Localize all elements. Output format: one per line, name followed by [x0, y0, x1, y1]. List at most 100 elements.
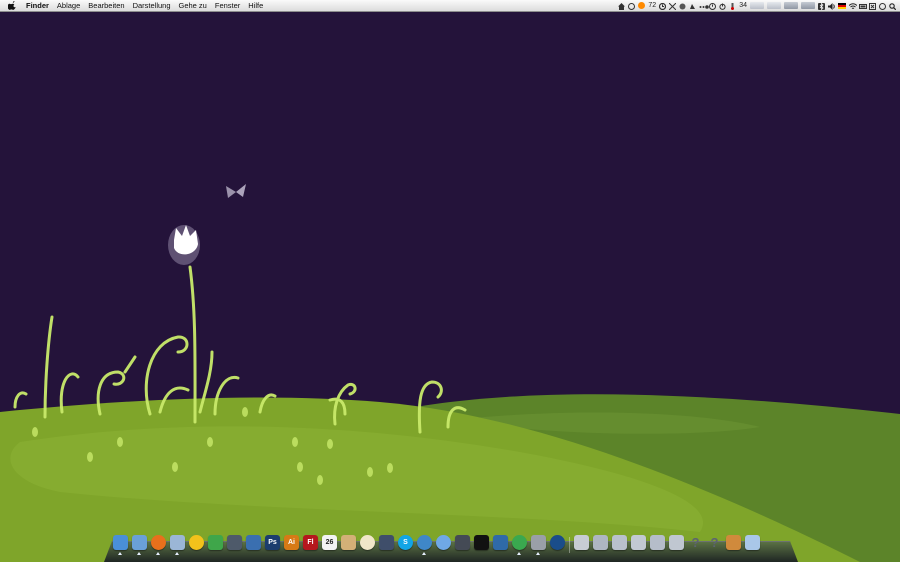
network-globe-icon[interactable]: [417, 535, 432, 550]
system-prefs-icon[interactable]: [531, 535, 546, 550]
flash-icon[interactable]: Fl: [303, 535, 318, 550]
finder-icon[interactable]: [113, 535, 128, 550]
applications-folder-icon[interactable]: [593, 535, 608, 550]
pictures-folder-icon[interactable]: [669, 535, 684, 550]
question-mark-icon[interactable]: ?: [707, 535, 722, 550]
menu-ablage[interactable]: Ablage: [53, 0, 84, 11]
dock-item-pen-tool[interactable]: [226, 533, 243, 555]
input-source-flag-icon[interactable]: [838, 2, 846, 9]
network-meter[interactable]: [784, 2, 798, 9]
dock-item-adium-text[interactable]: [378, 533, 395, 555]
dock-item-safari[interactable]: [435, 533, 452, 555]
rss-icon[interactable]: [638, 2, 646, 9]
dock-item-mail[interactable]: [169, 533, 186, 555]
lock-status-icon[interactable]: [628, 2, 636, 10]
adium-duck-icon[interactable]: [189, 535, 204, 550]
photoshop-icon[interactable]: Ps: [265, 535, 280, 550]
dock-item-home-folder[interactable]: [630, 533, 647, 555]
dock-item-firefox[interactable]: [150, 533, 167, 555]
menu-bearbeiten[interactable]: Bearbeiten: [84, 0, 128, 11]
photo-booth-icon[interactable]: [455, 535, 470, 550]
documents-stack-icon[interactable]: [574, 535, 589, 550]
dock-item-movies-folder[interactable]: [649, 533, 666, 555]
apple-menu-icon[interactable]: [8, 1, 17, 10]
menu-fenster[interactable]: Fenster: [211, 0, 244, 11]
dock-item-clock[interactable]: [359, 533, 376, 555]
power-icon[interactable]: [719, 2, 726, 10]
pen-tool-icon[interactable]: [227, 535, 242, 550]
rss-count[interactable]: 72: [648, 0, 656, 11]
mail-icon[interactable]: [170, 535, 185, 550]
firefox-icon[interactable]: [151, 535, 166, 550]
home-status-icon[interactable]: [618, 2, 626, 10]
illustrator-icon[interactable]: Ai: [284, 535, 299, 550]
wifi-icon[interactable]: [848, 2, 858, 9]
dock-item-photo-stack[interactable]: [725, 533, 742, 555]
dock-item-finder[interactable]: [112, 533, 129, 555]
clock-status-icon[interactable]: [879, 2, 886, 10]
ical-icon[interactable]: 26: [322, 535, 337, 550]
dock-item-transmission[interactable]: [207, 533, 224, 555]
dock-item-flash[interactable]: Fl: [302, 533, 319, 555]
downloads-folder-icon[interactable]: [612, 535, 627, 550]
dock-item-system-prefs[interactable]: [530, 533, 547, 555]
timer-status-icon[interactable]: [659, 2, 667, 11]
battery-icon[interactable]: [859, 2, 867, 9]
cpu-meter[interactable]: [750, 2, 764, 9]
dock-item-photoshop[interactable]: Ps: [264, 533, 281, 555]
movies-folder-icon[interactable]: [650, 535, 665, 550]
bluetooth-dots-icon[interactable]: [699, 2, 710, 9]
menu-finder[interactable]: Finder: [22, 0, 53, 11]
textedit-icon[interactable]: [341, 535, 356, 550]
world-of-warcraft-icon[interactable]: [550, 535, 565, 550]
dock-item-world-of-warcraft[interactable]: [549, 533, 566, 555]
bluetooth-icon[interactable]: [818, 2, 825, 11]
clock-icon[interactable]: [360, 535, 375, 550]
menu-hilfe[interactable]: Hilfe: [244, 0, 267, 11]
dock-item-chrome[interactable]: [511, 533, 528, 555]
preview-icon[interactable]: [132, 535, 147, 550]
dock-item-adium-duck[interactable]: [188, 533, 205, 555]
time-machine-icon[interactable]: [709, 2, 717, 10]
dock-item-applications-folder[interactable]: [592, 533, 609, 555]
dock-item-xcode[interactable]: [245, 533, 262, 555]
script-status-icon[interactable]: [689, 2, 696, 9]
dock-item-screen-sharing[interactable]: [492, 533, 509, 555]
question-mark-icon[interactable]: ?: [688, 535, 703, 550]
dock-item-textedit[interactable]: [340, 533, 357, 555]
menu-darstellung[interactable]: Darstellung: [129, 0, 175, 11]
display-status-icon[interactable]: [869, 2, 876, 10]
skype-icon[interactable]: S: [398, 535, 413, 550]
dock-item-downloads-folder[interactable]: [611, 533, 628, 555]
volume-icon[interactable]: [828, 2, 835, 10]
dock-item-preview[interactable]: [131, 533, 148, 555]
photo-stack-icon[interactable]: [726, 535, 741, 550]
dock-item-terminal[interactable]: [473, 533, 490, 555]
disk-meter[interactable]: [801, 2, 815, 9]
adium-text-icon[interactable]: [379, 535, 394, 550]
home-folder-icon[interactable]: [631, 535, 646, 550]
sync-status-icon[interactable]: [679, 2, 686, 10]
memory-meter[interactable]: [767, 2, 781, 9]
dock-item-trash[interactable]: [744, 533, 761, 555]
dock-item-pictures-folder[interactable]: [668, 533, 685, 555]
terminal-icon[interactable]: [474, 535, 489, 550]
dock-item-ical[interactable]: 26: [321, 533, 338, 555]
dock-item-skype[interactable]: S: [397, 533, 414, 555]
safari-icon[interactable]: [436, 535, 451, 550]
dock-item-photo-booth[interactable]: [454, 533, 471, 555]
dock-separator[interactable]: [568, 535, 571, 555]
xcode-icon[interactable]: [246, 535, 261, 550]
trash-icon[interactable]: [745, 535, 760, 550]
chrome-icon[interactable]: [512, 535, 527, 550]
growl-status-icon[interactable]: [668, 2, 677, 11]
transmission-icon[interactable]: [208, 535, 223, 550]
dock-item-documents-stack[interactable]: [573, 533, 590, 555]
dock-item-question-mark[interactable]: ?: [687, 533, 704, 555]
dock-item-network-globe[interactable]: [416, 533, 433, 555]
dock-item-illustrator[interactable]: Ai: [283, 533, 300, 555]
dock-item-question-mark[interactable]: ?: [706, 533, 723, 555]
spotlight-search-icon[interactable]: [889, 2, 897, 11]
screen-sharing-icon[interactable]: [493, 535, 508, 550]
menu-gehe-zu[interactable]: Gehe zu: [175, 0, 211, 11]
